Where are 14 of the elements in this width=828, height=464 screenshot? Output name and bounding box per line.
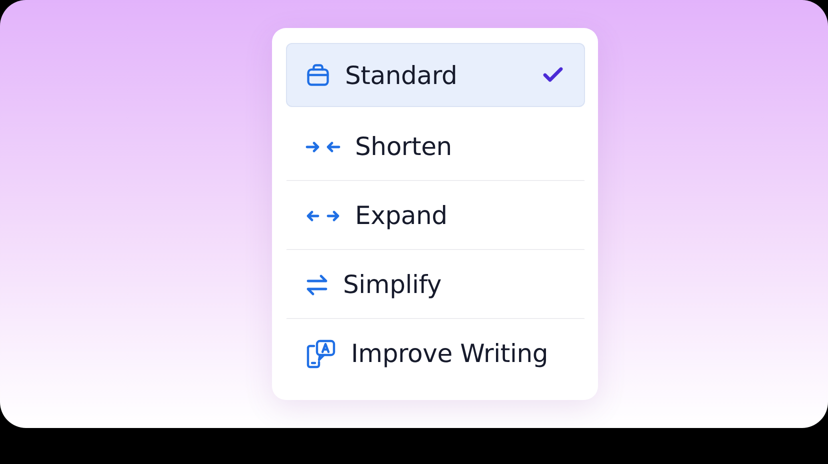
menu-item[interactable]: Standard [286,43,585,107]
menu-item[interactable]: Shorten [286,112,585,181]
menu-item[interactable]: Simplify [286,250,585,319]
menu-item[interactable]: Improve Writing [286,319,585,388]
checkmark-icon [542,66,564,84]
swap-arrows-icon [305,274,329,296]
menu-item-label: Simplify [343,270,442,299]
devices-icon [305,338,337,370]
menu-item[interactable]: Expand [286,181,585,250]
menu-item-label: Shorten [355,132,453,161]
menu-item-label: Standard [345,60,458,90]
menu-item-label: Improve Writing [351,339,550,368]
briefcase-icon [305,62,331,88]
menu-item-label: Expand [355,201,448,230]
